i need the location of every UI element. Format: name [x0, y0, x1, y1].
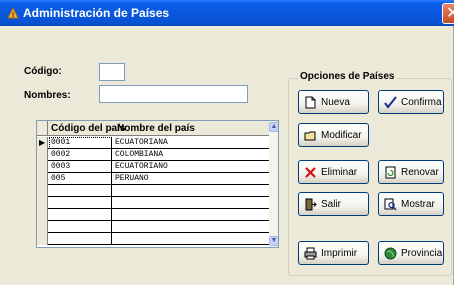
- mostrar-button[interactable]: Mostrar: [378, 192, 444, 216]
- cell-codigo[interactable]: [49, 209, 112, 221]
- options-legend: Opciones de Países: [298, 71, 397, 82]
- row-selector[interactable]: [37, 173, 48, 185]
- cell-nombre[interactable]: ECUATORIANO: [113, 161, 269, 173]
- mostrar-label: Mostrar: [401, 198, 435, 210]
- codigo-field[interactable]: [99, 63, 125, 81]
- main-window: Administración de Países ✕ Código: Nombr…: [0, 0, 454, 285]
- row-selector[interactable]: [37, 221, 48, 233]
- refresh-document-icon: [385, 166, 396, 178]
- table-row[interactable]: 005 PERUANO: [37, 173, 269, 185]
- row-selector[interactable]: ▶: [37, 137, 48, 149]
- column-header-nombre[interactable]: Nombre del país: [117, 123, 195, 134]
- scroll-down-icon[interactable]: ▼: [269, 236, 278, 246]
- printer-icon: [304, 247, 317, 259]
- cell-codigo[interactable]: [49, 185, 112, 197]
- new-document-icon: [305, 96, 316, 108]
- table-row[interactable]: [37, 209, 269, 221]
- checkmark-icon: [384, 95, 397, 109]
- cell-nombre[interactable]: [113, 209, 269, 221]
- cell-codigo[interactable]: 0002: [49, 149, 112, 161]
- provincia-button[interactable]: Provincia: [378, 241, 444, 265]
- cell-nombre[interactable]: [113, 197, 269, 209]
- cell-nombre[interactable]: [113, 233, 269, 245]
- cell-codigo[interactable]: [49, 221, 112, 233]
- delete-x-icon: [305, 166, 316, 178]
- cell-codigo[interactable]: [49, 197, 112, 209]
- search-document-icon: [384, 198, 397, 210]
- countries-table[interactable]: Código del país Nombre del país ▶ 0001 ECU…: [36, 120, 279, 248]
- modificar-button[interactable]: Modificar: [298, 123, 369, 147]
- provincia-label: Provincia: [401, 247, 443, 259]
- renovar-label: Renovar: [401, 166, 439, 178]
- cell-codigo[interactable]: 005: [49, 173, 112, 185]
- table-scrollbar[interactable]: ▲ ▼: [269, 121, 278, 247]
- renovar-button[interactable]: Renovar: [378, 160, 444, 184]
- folder-edit-icon: [304, 131, 316, 140]
- confirma-button[interactable]: Confirma: [378, 90, 444, 114]
- imprimir-label: Imprimir: [321, 247, 358, 259]
- codigo-label: Código:: [24, 66, 62, 77]
- row-selector[interactable]: [37, 149, 48, 161]
- row-selector[interactable]: [37, 161, 48, 173]
- cell-codigo[interactable]: 0001: [49, 137, 112, 149]
- table-row[interactable]: [37, 197, 269, 209]
- nueva-button[interactable]: Nueva: [298, 90, 369, 114]
- scroll-up-icon[interactable]: ▲: [269, 122, 278, 132]
- salir-button[interactable]: Salir: [298, 192, 369, 216]
- table-row[interactable]: [37, 185, 269, 197]
- nueva-label: Nueva: [321, 96, 350, 108]
- header-selector: [37, 121, 48, 136]
- window-title: Administración de Países: [23, 6, 170, 20]
- column-header-codigo[interactable]: Código del país: [51, 123, 125, 134]
- eliminar-label: Eliminar: [321, 166, 358, 178]
- table-row[interactable]: [37, 221, 269, 233]
- row-selector[interactable]: [37, 233, 48, 245]
- close-icon: ✕: [446, 3, 454, 22]
- cell-nombre[interactable]: ECUATORIANA: [113, 137, 269, 149]
- nombres-label: Nombres:: [24, 90, 71, 101]
- imprimir-button[interactable]: Imprimir: [298, 241, 369, 265]
- row-selector[interactable]: [37, 197, 48, 209]
- table-row[interactable]: 0002 COLOMBIANA: [37, 149, 269, 161]
- confirma-label: Confirma: [401, 96, 442, 108]
- eliminar-button[interactable]: Eliminar: [298, 160, 369, 184]
- table-header: Código del país Nombre del país: [37, 121, 269, 136]
- table-row[interactable]: [37, 233, 269, 245]
- row-selector[interactable]: [37, 185, 48, 197]
- nombres-field[interactable]: [99, 85, 248, 103]
- exit-door-icon: [305, 198, 317, 210]
- modificar-label: Modificar: [321, 129, 362, 141]
- cell-nombre[interactable]: [113, 221, 269, 233]
- title-bar[interactable]: Administración de Países ✕: [0, 0, 454, 26]
- salir-label: Salir: [321, 198, 342, 210]
- cell-nombre[interactable]: PERUANO: [113, 173, 269, 185]
- cell-codigo[interactable]: 0003: [49, 161, 112, 173]
- table-row[interactable]: 0003 ECUATORIANO: [37, 161, 269, 173]
- globe-icon: [384, 247, 397, 259]
- cell-nombre[interactable]: [113, 185, 269, 197]
- table-row[interactable]: ▶ 0001 ECUATORIANA: [37, 137, 269, 149]
- current-row-arrow-icon: ▶: [39, 138, 46, 147]
- cell-codigo[interactable]: [49, 233, 112, 245]
- cell-nombre[interactable]: COLOMBIANA: [113, 149, 269, 161]
- row-selector[interactable]: [37, 209, 48, 221]
- app-icon: [7, 6, 19, 19]
- close-button[interactable]: ✕: [442, 3, 454, 24]
